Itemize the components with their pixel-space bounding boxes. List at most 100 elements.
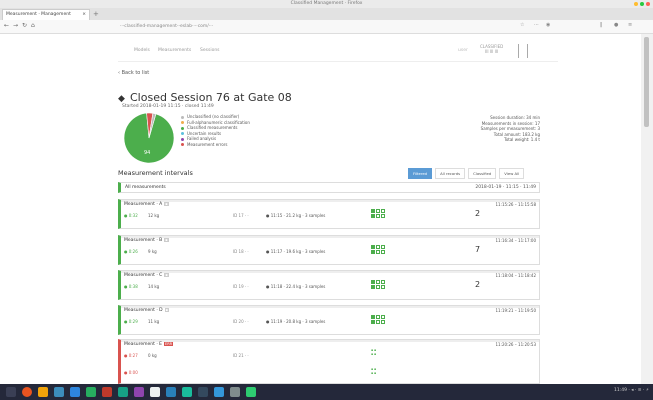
scrollbar-thumb[interactable] [644, 37, 649, 127]
legend-swatch [181, 115, 184, 119]
url-field[interactable]: ···classified-management-·eslab····com/·… [120, 23, 580, 31]
view-controls: Filtered All records Classified View All [408, 168, 525, 179]
card-weight: 12 kg [148, 213, 160, 218]
chat-icon[interactable] [118, 387, 128, 397]
maximize-button[interactable] [640, 2, 644, 6]
user-menu[interactable]: user [458, 48, 468, 53]
session-pie-chart: 94 [123, 112, 175, 164]
home-icon[interactable]: ⌂ [31, 22, 35, 29]
session-icon: ◆ [118, 94, 125, 104]
card-time: 11:18:04 – 11:18:42 [495, 273, 536, 278]
close-tab-icon[interactable]: × [82, 10, 86, 20]
back-icon[interactable]: ← [4, 22, 9, 29]
menu-item-models[interactable]: Models [134, 48, 150, 53]
filter-button-all[interactable]: All records [435, 168, 466, 179]
music-icon[interactable] [134, 387, 144, 397]
card-status: ● 0:27 [124, 353, 138, 358]
account-icon[interactable]: ● [614, 22, 618, 28]
library-icon[interactable]: ‖ [600, 22, 603, 28]
title-bar: Classified Management · Firefox [0, 0, 653, 8]
card-count: 2 [475, 280, 481, 289]
navigation-bar: ← → ↻ ⌂ ···classified-management-·eslab·… [0, 20, 653, 34]
page-content: Models Measurements Sessions user CLASSI… [0, 34, 641, 384]
card-info: ● 11:18 · 22.4 kg · 3 samples [266, 284, 326, 289]
measurement-card-error[interactable]: Measurement · E ERR 11:20:26 – 11:20:53 ●… [118, 339, 540, 384]
session-title: Closed Session 76 at Gate 08 [130, 91, 292, 104]
card-status: ● 0:29 [124, 319, 138, 324]
card-divider [121, 271, 539, 273]
measurement-card[interactable]: Measurement · A ▪ 11:15:26 – 11:15:58 ● 0:3… [118, 199, 540, 229]
card-id: ID 21 · · [233, 353, 249, 358]
card-time: 11:15:26 – 11:15:58 [495, 202, 536, 207]
card-status: ● 0:38 [124, 284, 138, 289]
bookmark-icon[interactable]: ☆ [520, 22, 524, 28]
app-menu-icon[interactable]: ≡ [628, 22, 632, 28]
all-measurements-row[interactable]: All measurements 2018-01-19 · 11:15 · 11… [118, 182, 540, 193]
tab-strip: Measurement · Management × + [0, 8, 653, 20]
brand-logo: CLASSIFIED III III III [480, 44, 503, 54]
legend-label: Uncertain results [187, 130, 222, 136]
measurement-card[interactable]: Measurement · C ▪ 11:18:04 – 11:18:42 ● 0:3… [118, 270, 540, 300]
files-icon[interactable] [38, 387, 48, 397]
card-status: ● 0:26 [124, 249, 138, 254]
card-divider [121, 340, 539, 342]
pie-slice-label: 94 [144, 150, 150, 156]
forward-icon[interactable]: → [13, 22, 18, 29]
window-title: Classified Management · Firefox [290, 1, 363, 6]
all-measurements-time: 2018-01-19 · 11:15 · 11:49 [475, 185, 536, 190]
measurement-card[interactable]: Measurement · B ▪ 11:16:34 – 11:17:00 ● 0:2… [118, 235, 540, 265]
shield-icon[interactable]: ◉ [546, 22, 550, 28]
brand-mark [518, 44, 528, 58]
filter-button-view-all[interactable]: View All [499, 168, 525, 179]
menu-item-sessions[interactable]: Sessions [200, 48, 220, 53]
minimize-button[interactable] [634, 2, 638, 6]
card-badge: ▪ [164, 202, 169, 206]
card-time: 11:19:21 – 11:19:50 [495, 308, 536, 313]
settings-icon[interactable] [230, 387, 240, 397]
browser-tab[interactable]: Measurement · Management × [2, 9, 90, 20]
card-id: ID 17 · · [233, 213, 249, 218]
legend-label: Unclassified (no classifier) [187, 114, 240, 119]
brand-bottom-text: III III III [485, 49, 499, 54]
monitor-icon[interactable] [198, 387, 208, 397]
card-progress-grid [371, 315, 385, 324]
all-measurements-label: All measurements [125, 185, 166, 190]
legend-swatch [181, 143, 184, 147]
card-weight: 9 kg [148, 249, 157, 254]
measurements-heading: Measurement intervals [118, 169, 193, 177]
card-weight: 14 kg [148, 284, 160, 289]
mail-icon[interactable] [166, 387, 176, 397]
maps-icon[interactable] [182, 387, 192, 397]
store-icon[interactable] [214, 387, 224, 397]
card-progress-grid [371, 209, 385, 218]
close-window-button[interactable] [646, 2, 650, 6]
taskbar: 11:49 · ◂ · ≡ · ⚡ [0, 384, 653, 400]
card-name: Measurement · B ▪ [124, 238, 169, 243]
card-time: 11:20:26 – 11:20:53 [495, 342, 536, 347]
notes-icon[interactable] [150, 387, 160, 397]
card-name-text: Measurement · C [124, 273, 163, 278]
menu-item-measurements[interactable]: Measurements [158, 48, 191, 53]
spreadsheet-icon[interactable] [86, 387, 96, 397]
system-tray[interactable]: 11:49 · ◂ · ≡ · ⚡ [614, 388, 649, 393]
editor-icon[interactable] [70, 387, 80, 397]
legend-label: Classified measurements [187, 125, 238, 131]
filter-button-classified[interactable]: Classified [468, 168, 497, 179]
card-count: 2 [475, 209, 481, 218]
page-actions-icon[interactable]: ⋯ [534, 22, 539, 28]
new-tab-button[interactable]: + [93, 9, 99, 19]
legend-swatch [181, 132, 184, 136]
filter-button-filtered[interactable]: Filtered [408, 168, 433, 179]
shield-app-icon[interactable] [246, 387, 256, 397]
terminal-icon[interactable] [54, 387, 64, 397]
card-count: 7 [475, 245, 481, 254]
presentation-icon[interactable] [102, 387, 112, 397]
card-name-text: Measurement · B [124, 238, 163, 243]
start-menu-icon[interactable] [6, 387, 16, 397]
reload-icon[interactable]: ↻ [22, 22, 27, 29]
vertical-scrollbar[interactable] [641, 34, 653, 384]
firefox-icon[interactable] [22, 387, 32, 397]
card-name-text: Measurement · D [124, 308, 163, 313]
back-link[interactable]: ‹ Back to list [118, 70, 149, 76]
measurement-card[interactable]: Measurement · D ▪ 11:19:21 – 11:19:50 ● 0:2… [118, 305, 540, 335]
